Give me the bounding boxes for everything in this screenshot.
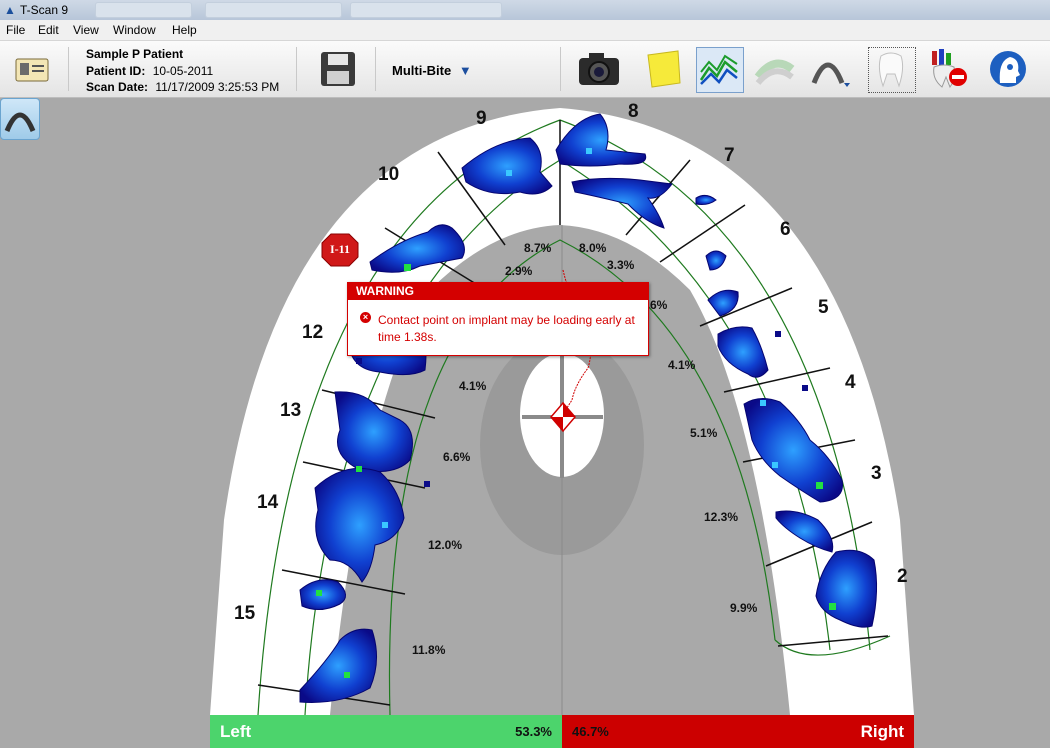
tooth-number: 2	[897, 566, 908, 587]
tooth-number: 9	[476, 108, 487, 129]
force-percentage: 8.7%	[524, 241, 552, 255]
occlusal-arch-chart: 9 8 10 7 6 5 12 4 13 3 14 2 15 8.7% 8.0%…	[210, 101, 914, 716]
right-label: Right	[860, 722, 904, 741]
warning-popup[interactable]: WARNING × Contact point on implant may b…	[347, 282, 649, 356]
force-percentage: 9.9%	[730, 601, 758, 615]
tooth-number: 4	[845, 372, 856, 393]
tooth-number: 14	[257, 492, 279, 513]
contact-area	[334, 391, 413, 473]
error-icon: ×	[360, 312, 371, 323]
force-percentage: 6.6%	[443, 450, 471, 464]
force-percentage: 11.8%	[412, 643, 446, 657]
tooth-number: 8	[628, 101, 639, 122]
tooth-number: 6	[780, 219, 791, 240]
tooth-number: 15	[234, 603, 256, 624]
tooth-number: 7	[724, 145, 735, 166]
force-percentage: 12.0%	[428, 538, 462, 552]
left-balance-bar: Left 53.3%	[210, 715, 562, 748]
force-percentage: 12.3%	[704, 510, 738, 524]
force-percentage: 8.0%	[579, 241, 607, 255]
left-label: Left	[220, 722, 252, 741]
force-percentage: 4.1%	[459, 379, 487, 393]
implant-badge-label: I-11	[329, 242, 350, 256]
force-percentage: 2.9%	[505, 264, 533, 278]
force-percentage: 3.3%	[607, 258, 635, 272]
implant-badge[interactable]: I-11	[321, 233, 359, 267]
tooth-number: 13	[280, 400, 301, 421]
left-percentage: 53.3%	[515, 724, 552, 739]
force-percentage: 6%	[650, 298, 668, 312]
tooth-number: 12	[302, 322, 323, 343]
warning-header: WARNING	[348, 283, 648, 300]
right-balance-bar: 46.7% Right	[562, 715, 914, 748]
tooth-number: 10	[378, 164, 399, 185]
force-percentage: 4.1%	[668, 358, 696, 372]
right-percentage: 46.7%	[572, 724, 609, 739]
force-percentage: 5.1%	[690, 426, 718, 440]
tooth-number: 3	[871, 463, 882, 484]
warning-message: Contact point on implant may be loading …	[378, 313, 635, 344]
tooth-number: 5	[818, 297, 829, 318]
